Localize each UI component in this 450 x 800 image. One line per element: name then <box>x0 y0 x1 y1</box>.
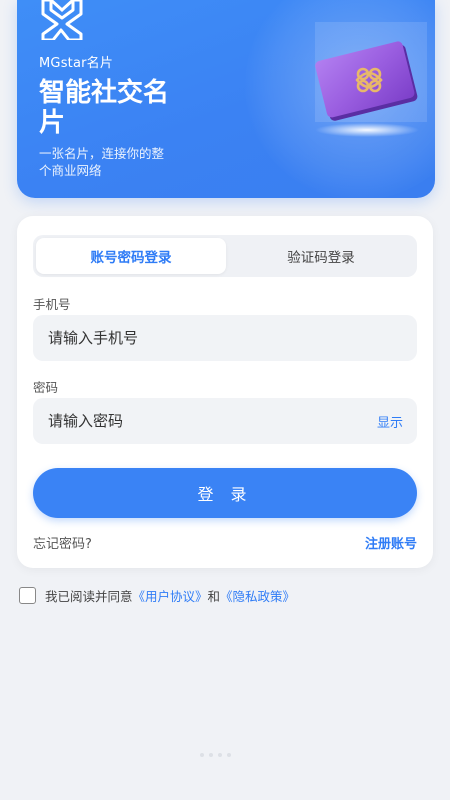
login-button[interactable]: 登 录 <box>33 468 417 518</box>
brand-name: MGstar名片 <box>39 56 114 71</box>
password-field-box: 显示 <box>33 398 417 444</box>
brand-logo-icon <box>41 0 83 40</box>
tab-code-login[interactable]: 验证码登录 <box>226 238 416 274</box>
page-dot <box>218 753 222 757</box>
phone-field-box <box>33 315 417 361</box>
tab-password-login[interactable]: 账号密码登录 <box>36 238 226 274</box>
hero-banner: MGstar名片 智能社交名片 一张名片，连接你的整个商业网络 <box>17 0 435 198</box>
page-indicator <box>200 753 231 757</box>
page-dot <box>209 753 213 757</box>
agreement-row: 我已阅读并同意 《用户协议》 和 《隐私政策》 <box>19 586 295 605</box>
login-form-card: 账号密码登录 验证码登录 手机号 密码 显示 登 录 忘记密码? 注册账号 <box>17 216 433 568</box>
phone-label: 手机号 <box>33 297 71 312</box>
agreement-prefix: 我已阅读并同意 <box>45 589 133 604</box>
password-label: 密码 <box>33 380 59 395</box>
business-card-illustration <box>315 22 427 137</box>
page-dot <box>227 753 231 757</box>
password-input[interactable] <box>33 412 333 430</box>
terms-link[interactable]: 《用户协议》 <box>133 586 208 605</box>
register-link[interactable]: 注册账号 <box>365 533 417 552</box>
hero-tagline: 一张名片，连接你的整个商业网络 <box>39 146 165 178</box>
privacy-link[interactable]: 《隐私政策》 <box>220 586 295 605</box>
login-mode-tabs: 账号密码登录 验证码登录 <box>33 235 417 277</box>
phone-input[interactable] <box>33 329 333 347</box>
agreement-checkbox[interactable] <box>19 587 36 604</box>
show-password-toggle[interactable]: 显示 <box>377 412 403 431</box>
hero-headline: 智能社交名片 <box>39 78 170 138</box>
agreement-and: 和 <box>207 589 221 604</box>
forgot-password-link[interactable]: 忘记密码? <box>33 533 92 552</box>
page-dot <box>200 753 204 757</box>
